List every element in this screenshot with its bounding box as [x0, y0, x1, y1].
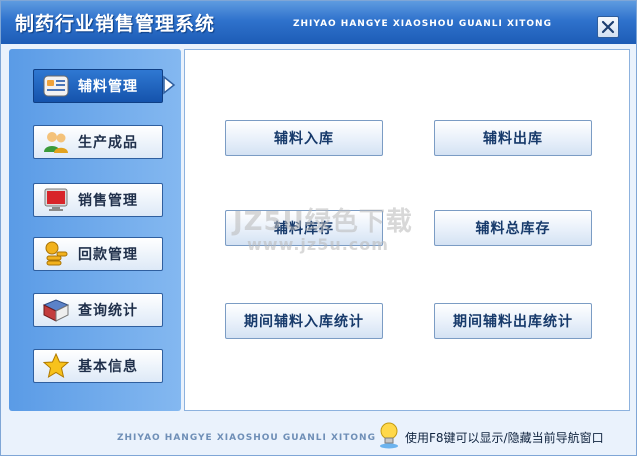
sidebar-item-basic-info[interactable]: 基本信息	[33, 349, 163, 383]
title-bar: 制药行业销售管理系统 ZHIYAO HANGYE XIAOSHOU GUANLI…	[1, 1, 636, 44]
sidebar-item-label: 辅料管理	[78, 79, 138, 95]
coins-icon	[42, 240, 70, 268]
sidebar-item-label: 回款管理	[78, 247, 138, 263]
book-icon	[42, 296, 70, 324]
sidebar-item-query-statistics[interactable]: 查询统计	[33, 293, 163, 327]
close-button[interactable]	[597, 16, 619, 38]
sidebar-item-label: 基本信息	[78, 359, 138, 375]
active-item-arrow-icon	[161, 75, 177, 95]
title-pinyin: ZHIYAO HANGYE XIAOSHOU GUANLI XITONG	[293, 19, 552, 29]
sidebar-item-finished-products[interactable]: 生产成品	[33, 125, 163, 159]
main-window: 制药行业销售管理系统 ZHIYAO HANGYE XIAOSHOU GUANLI…	[0, 0, 637, 456]
close-icon	[601, 20, 615, 34]
notebook-icon	[42, 72, 70, 100]
navigation-sidebar: 辅料管理 生产成品 销售管理 回款管理 查询统计 基本信息	[9, 49, 181, 411]
function-panel: 辅料入库 辅料出库 辅料库存 辅料总库存 期间辅料入库统计 期间辅料出库统计	[184, 49, 630, 411]
period-inbound-statistics-button[interactable]: 期间辅料入库统计	[225, 303, 383, 339]
status-pinyin: ZHIYAO HANGYE XIAOSHOU GUANLI XITONG	[117, 433, 376, 443]
materials-stock-button[interactable]: 辅料库存	[225, 210, 383, 246]
sidebar-item-label: 查询统计	[78, 303, 138, 319]
sidebar-item-sales[interactable]: 销售管理	[33, 183, 163, 217]
sidebar-item-label: 销售管理	[78, 193, 138, 209]
sidebar-item-label: 生产成品	[78, 135, 138, 151]
navigation-hint: 使用F8键可以显示/隐藏当前导航窗口	[405, 431, 604, 445]
star-icon	[42, 352, 70, 380]
monitor-icon	[42, 186, 70, 214]
sidebar-item-materials[interactable]: 辅料管理	[33, 69, 163, 103]
materials-total-stock-button[interactable]: 辅料总库存	[434, 210, 592, 246]
window-title: 制药行业销售管理系统	[15, 13, 216, 35]
materials-inbound-button[interactable]: 辅料入库	[225, 120, 383, 156]
users-icon	[42, 128, 70, 156]
sidebar-item-payments[interactable]: 回款管理	[33, 237, 163, 271]
status-bar: ZHIYAO HANGYE XIAOSHOU GUANLI XITONG 使用F…	[1, 415, 636, 455]
lightbulb-icon	[377, 421, 401, 449]
period-outbound-statistics-button[interactable]: 期间辅料出库统计	[434, 303, 592, 339]
materials-outbound-button[interactable]: 辅料出库	[434, 120, 592, 156]
